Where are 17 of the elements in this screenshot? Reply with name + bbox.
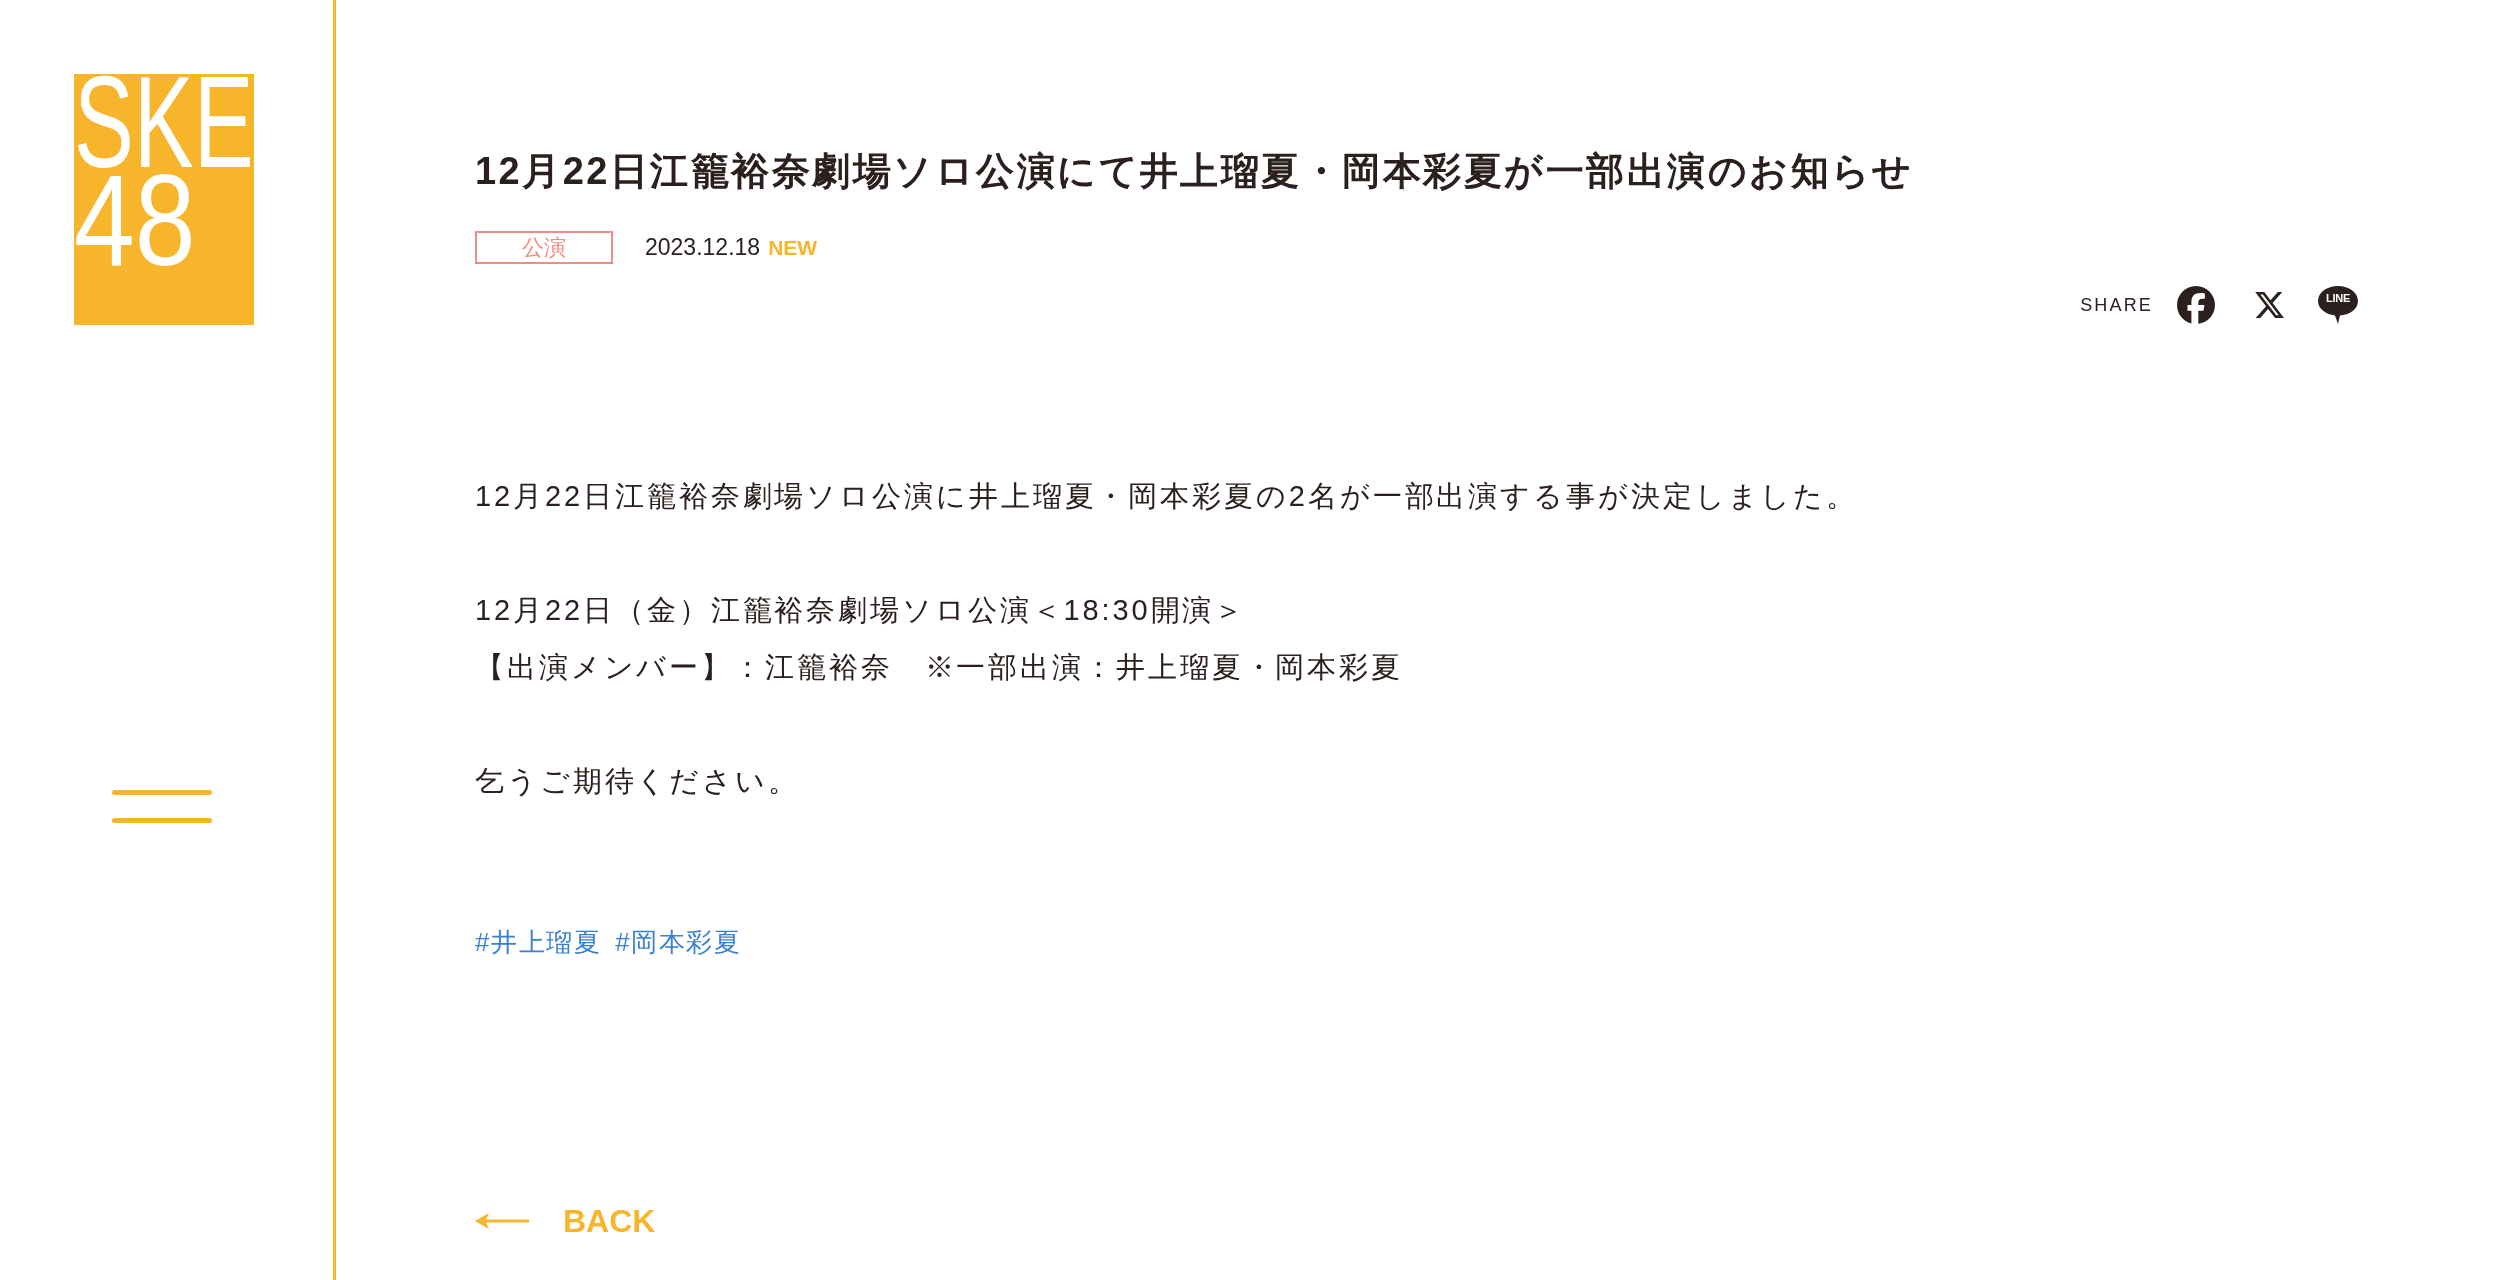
body-text: 12月22日江籠裕奈劇場ソロ公演に井上瑠夏・岡本彩夏の2名が一部出演する事が決定しました。 xyxy=(475,479,1860,514)
body-text: 12月22日（金）江籠裕奈劇場ソロ公演＜18:30開演＞ xyxy=(475,593,1248,628)
share-label: SHARE xyxy=(2080,296,2153,314)
new-label: NEW xyxy=(768,237,818,258)
hashtag-link[interactable]: #岡本彩夏 xyxy=(615,929,742,955)
date-text: 2023.12.18 xyxy=(645,236,761,259)
facebook-icon[interactable] xyxy=(2177,286,2215,324)
body-text: 乞うご期待ください。 xyxy=(475,764,801,799)
speech-bubble-icon xyxy=(2318,285,2358,325)
category-tag[interactable]: 公演 xyxy=(475,231,613,264)
arrow-left-icon xyxy=(475,1213,529,1229)
line-share-button[interactable]: LINE xyxy=(2318,285,2358,325)
hashtag-link[interactable]: #井上瑠夏 xyxy=(475,929,602,955)
article-title: 12月22日江籠裕奈劇場ソロ公演にて井上瑠夏・岡本彩夏が一部出演のお知らせ xyxy=(475,149,1915,194)
logo-text: SKE xyxy=(74,74,254,172)
body-text: 【出演メンバー】：江籠裕奈 ※一部出演：井上瑠夏・岡本彩夏 xyxy=(475,650,1405,685)
logo-text: 48 xyxy=(74,171,196,269)
